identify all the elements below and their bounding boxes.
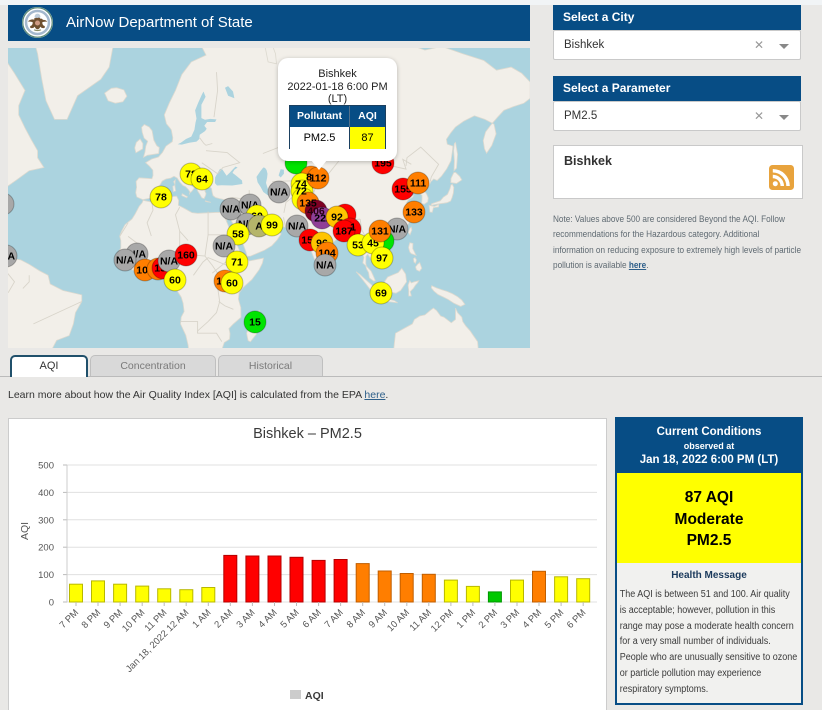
svg-text:97: 97 xyxy=(376,253,388,265)
svg-text:160: 160 xyxy=(177,250,195,262)
svg-text:112: 112 xyxy=(310,173,327,185)
svg-text:300: 300 xyxy=(38,515,54,526)
svg-text:71: 71 xyxy=(231,257,243,269)
svg-text:8 AM: 8 AM xyxy=(345,607,368,630)
svg-text:N/A: N/A xyxy=(116,255,135,267)
svg-text:6 PM: 6 PM xyxy=(565,607,589,631)
svg-text:10 PM: 10 PM xyxy=(120,607,147,634)
svg-text:15: 15 xyxy=(249,317,261,329)
svg-text:60: 60 xyxy=(169,275,181,287)
svg-text:133: 133 xyxy=(405,207,423,219)
svg-text:4 PM: 4 PM xyxy=(521,607,545,631)
svg-text:5 PM: 5 PM xyxy=(543,607,567,631)
svg-text:8: 8 xyxy=(306,172,312,184)
svg-text:8 PM: 8 PM xyxy=(80,607,104,631)
svg-text:N/A: N/A xyxy=(8,251,15,263)
svg-text:111: 111 xyxy=(410,178,427,190)
svg-text:64: 64 xyxy=(196,174,208,186)
svg-text:3 PM: 3 PM xyxy=(499,607,523,631)
svg-text:1 PM: 1 PM xyxy=(455,607,479,631)
svg-text:72: 72 xyxy=(295,186,307,198)
svg-text:2 AM: 2 AM xyxy=(212,607,235,630)
svg-text:4 AM: 4 AM xyxy=(257,607,280,630)
svg-text:12 PM: 12 PM xyxy=(429,607,456,634)
svg-text:10 AM: 10 AM xyxy=(385,607,412,634)
svg-text:58: 58 xyxy=(232,229,244,241)
svg-text:131: 131 xyxy=(371,226,389,238)
svg-text:1 AM: 1 AM xyxy=(190,607,213,630)
svg-text:7 PM: 7 PM xyxy=(58,607,82,631)
svg-text:3 AM: 3 AM xyxy=(234,607,257,630)
svg-text:5 AM: 5 AM xyxy=(279,607,302,630)
svg-text:11 AM: 11 AM xyxy=(408,607,434,633)
svg-text:N/A: N/A xyxy=(215,241,234,253)
svg-text:2 PM: 2 PM xyxy=(477,607,501,631)
svg-text:99: 99 xyxy=(266,220,278,232)
svg-text:AQI: AQI xyxy=(19,522,31,540)
svg-text:1: 1 xyxy=(350,222,356,234)
svg-text:0: 0 xyxy=(49,598,54,609)
svg-text:7 AM: 7 AM xyxy=(323,607,346,630)
svg-text:N/A: N/A xyxy=(316,260,335,272)
svg-text:AQI: AQI xyxy=(305,690,324,702)
svg-text:200: 200 xyxy=(38,543,54,554)
svg-text:500: 500 xyxy=(38,461,54,472)
svg-text:N/A: N/A xyxy=(270,187,289,199)
svg-text:6 AM: 6 AM xyxy=(301,607,324,630)
svg-text:60: 60 xyxy=(226,278,238,290)
svg-text:78: 78 xyxy=(155,192,167,204)
svg-text:69: 69 xyxy=(375,288,387,300)
svg-text:400: 400 xyxy=(38,488,54,499)
svg-text:N/A: N/A xyxy=(222,204,241,216)
svg-text:100: 100 xyxy=(38,570,54,581)
